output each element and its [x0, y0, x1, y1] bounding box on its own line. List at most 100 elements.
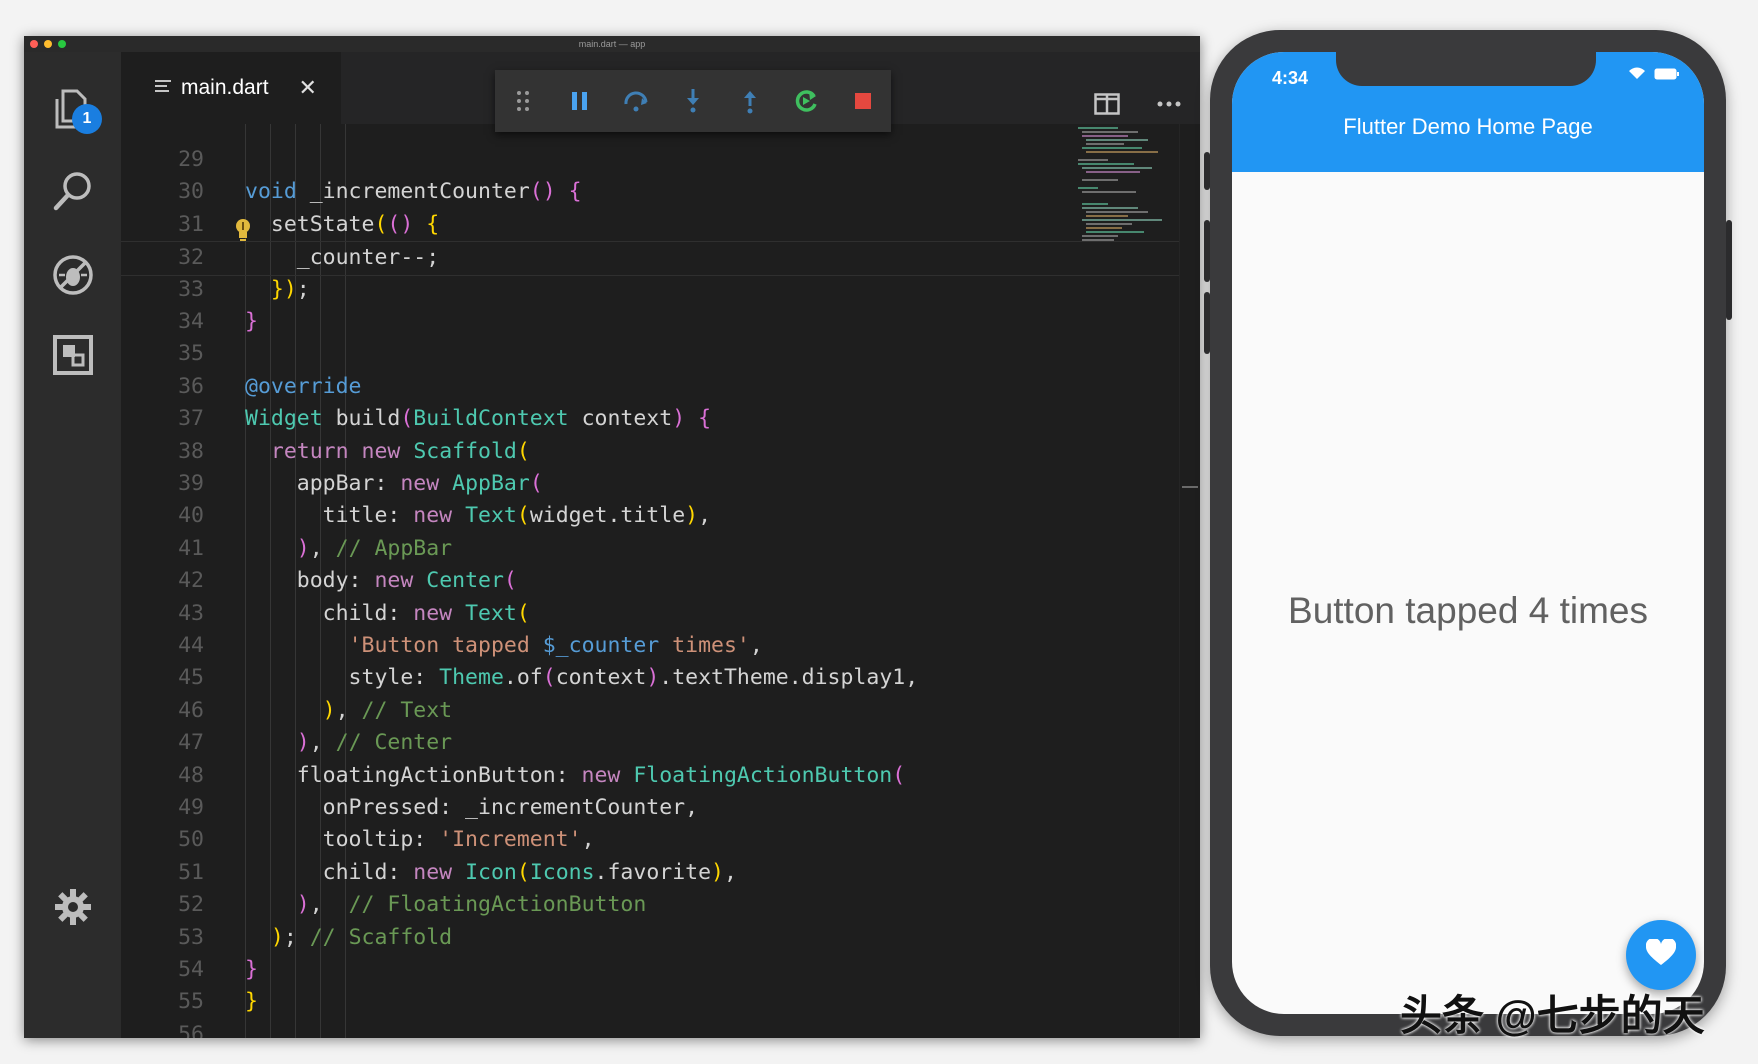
code-text: ); // Scaffold: [270, 924, 453, 950]
code-line[interactable]: 30 void _incrementCounter() {: [121, 176, 1200, 208]
line-number: 38: [178, 438, 204, 464]
code-line[interactable]: 47 ), // Center: [121, 727, 1200, 759]
line-number: 35: [178, 341, 204, 367]
debug-icon[interactable]: [46, 248, 100, 302]
pause-icon[interactable]: [552, 70, 609, 132]
code-text: _counter--;: [245, 245, 440, 271]
line-number: 29: [178, 147, 204, 172]
line-number: 41: [178, 535, 204, 561]
code-line[interactable]: 29: [121, 144, 1200, 176]
line-number: 51: [178, 859, 204, 885]
watermark: 头条 @七步的天: [1400, 992, 1705, 1039]
search-icon[interactable]: [46, 164, 100, 218]
code-line[interactable]: 50 tooltip: 'Increment',: [121, 824, 1200, 856]
status-time: 4:34: [1272, 68, 1309, 88]
code-line[interactable]: 37 Widget build(BuildContext context) {: [121, 403, 1200, 435]
wifi-icon: [1628, 66, 1646, 85]
floating-action-button[interactable]: [1626, 920, 1696, 990]
line-number: 31: [178, 211, 204, 237]
line-number: 54: [178, 957, 204, 982]
title-bar: main.dart — app: [24, 36, 1200, 52]
file-lines-icon: [155, 79, 173, 98]
activity-bar: 1: [24, 52, 121, 1038]
tab-bar: main.dart ✕: [121, 52, 1200, 132]
code-text: child: new Icon(Icons.favorite),: [245, 859, 737, 885]
app-bar: 4:34 Flutter Demo Home Page: [1232, 52, 1704, 172]
drag-handle-icon[interactable]: [495, 70, 552, 132]
code-text: void _incrementCounter() {: [245, 179, 582, 205]
code-line[interactable]: 35: [121, 338, 1200, 370]
code-line[interactable]: 55}: [121, 986, 1200, 1018]
code-text: ), // FloatingActionButton: [296, 892, 647, 918]
explorer-badge: 1: [72, 104, 102, 134]
close-window-button[interactable]: [30, 40, 38, 48]
code-area[interactable]: 29 30 void _incrementCounter() { 31 setStat…: [121, 124, 1200, 1038]
code-text: setState(() {: [245, 211, 440, 237]
code-line[interactable]: 31 setState(() {: [121, 209, 1200, 241]
code-line[interactable]: 52 ), // FloatingActionButton: [121, 889, 1200, 921]
code-text: Widget build(BuildContext context) {: [245, 406, 712, 432]
line-number: 33: [178, 276, 204, 302]
heart-icon: [1645, 937, 1677, 972]
line-number: 34: [178, 309, 204, 334]
code-text: style: Theme.of(context).textTheme.displ…: [245, 665, 919, 691]
code-text: title: new Text(widget.title),: [245, 503, 712, 529]
code-line[interactable]: 51 child: new Icon(Icons.favorite),: [121, 857, 1200, 889]
debug-toolbar: [495, 70, 891, 132]
tab-main-dart[interactable]: main.dart ✕: [121, 52, 341, 124]
step-over-icon[interactable]: [608, 70, 665, 132]
code-text: return new Scaffold(: [270, 438, 530, 464]
code-line[interactable]: 48 floatingActionButton: new FloatingAct…: [121, 760, 1200, 792]
code-text: }: [245, 957, 258, 982]
code-line[interactable]: 40 title: new Text(widget.title),: [121, 500, 1200, 532]
code-text: }: [245, 989, 258, 1015]
close-tab-icon[interactable]: ✕: [299, 75, 317, 101]
code-line[interactable]: 49 onPressed: _incrementCounter,: [121, 792, 1200, 824]
lightbulb-icon[interactable]: [234, 218, 252, 248]
step-into-icon[interactable]: [665, 70, 722, 132]
line-number: 37: [178, 406, 204, 432]
code-line[interactable]: 34}: [121, 306, 1200, 338]
code-line[interactable]: 43 child: new Text(: [121, 598, 1200, 630]
tab-label: main.dart: [181, 76, 269, 99]
extensions-icon[interactable]: [46, 328, 100, 382]
code-line[interactable]: 45 style: Theme.of(context).textTheme.di…: [121, 662, 1200, 694]
minimap[interactable]: [1078, 124, 1168, 284]
line-number: 43: [178, 600, 204, 626]
code-line[interactable]: 44 'Button tapped $_counter times',: [121, 630, 1200, 662]
code-line[interactable]: 32 _counter--;: [121, 241, 1200, 276]
code-line[interactable]: 46 ), // Text: [121, 695, 1200, 727]
code-text: ), // Text: [322, 697, 453, 723]
gear-icon[interactable]: [46, 880, 100, 934]
code-text: 'Button tapped $_counter times',: [348, 633, 763, 658]
code-line[interactable]: 53 ); // Scaffold: [121, 922, 1200, 954]
code-line[interactable]: 42 body: new Center(: [121, 565, 1200, 597]
code-text: tooltip: 'Increment',: [245, 827, 595, 853]
line-number: 48: [178, 762, 204, 788]
line-number: 39: [178, 471, 204, 496]
hot-restart-icon[interactable]: [778, 70, 835, 132]
line-number: 53: [178, 924, 204, 950]
code-line[interactable]: 36 @override: [121, 371, 1200, 403]
code-text: @override: [245, 373, 362, 399]
code-line[interactable]: 56: [121, 1019, 1200, 1038]
counter-text: Button tapped 4 times: [1288, 590, 1648, 631]
editor-scrollbar[interactable]: [1179, 124, 1200, 1038]
code-line[interactable]: 33 });: [121, 274, 1200, 306]
code-text: body: new Center(: [245, 568, 517, 594]
stop-icon[interactable]: [834, 70, 891, 132]
minimize-window-button[interactable]: [44, 40, 52, 48]
code-line[interactable]: 38 return new Scaffold(: [121, 436, 1200, 468]
window-title: main.dart — app: [578, 39, 646, 49]
line-number: 49: [178, 795, 204, 820]
phone-simulator: 4:34 Flutter Demo Home Page Button tappe…: [1204, 30, 1732, 1036]
line-number: 52: [178, 892, 204, 918]
code-line[interactable]: 39 appBar: new AppBar(: [121, 468, 1200, 500]
notch: [1336, 52, 1596, 86]
line-number: 50: [178, 827, 204, 853]
zoom-window-button[interactable]: [58, 40, 66, 48]
line-number: 30: [178, 179, 204, 205]
step-out-icon[interactable]: [721, 70, 778, 132]
code-line[interactable]: 41 ), // AppBar: [121, 533, 1200, 565]
code-line[interactable]: 54}: [121, 954, 1200, 986]
